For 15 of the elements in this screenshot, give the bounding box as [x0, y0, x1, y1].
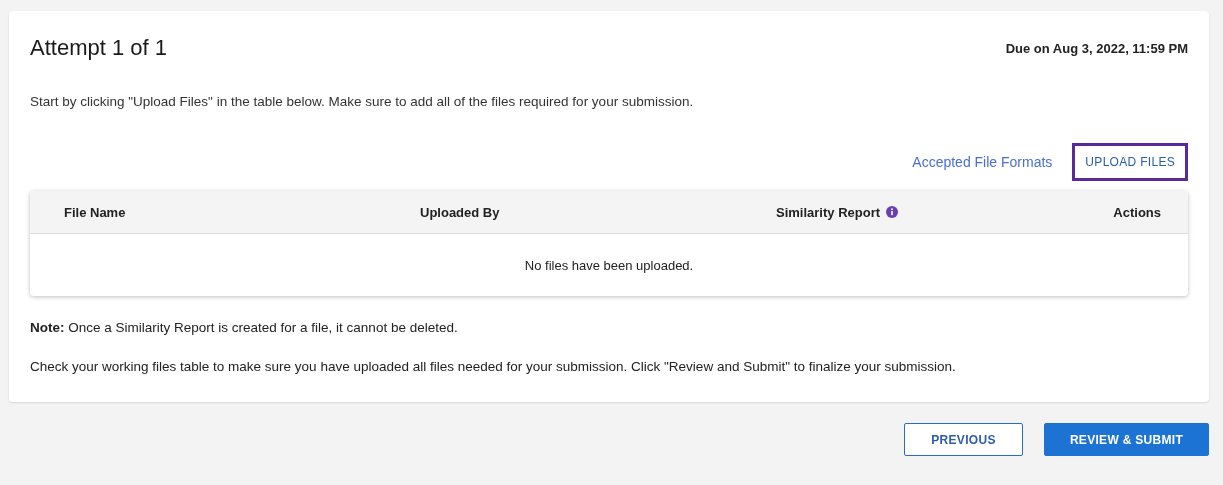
note-text: Note: Once a Similarity Report is created for a file, it cannot be deleted.	[30, 320, 459, 335]
column-header: Uploaded By	[420, 204, 500, 220]
empty-message: No files have been uploaded.	[523, 257, 695, 275]
column-header: File Name	[64, 204, 126, 220]
due-date: Due on Aug 3, 2022, 11:59 PM	[1005, 40, 1188, 56]
instruction-text: Start by clicking "Upload Files" in the table below. Make sure to add all of the files required for your submission.	[30, 94, 695, 109]
upload-files-button[interactable]: UPLOAD FILES	[1072, 143, 1188, 181]
review-submit-button[interactable]: REVIEW & SUBMIT	[1044, 423, 1209, 456]
column-header: Actions	[1113, 204, 1161, 220]
accepted-formats-link[interactable]: Accepted File Formats	[912, 154, 1053, 170]
previous-button[interactable]: PREVIOUS	[904, 423, 1023, 456]
info-icon[interactable]	[886, 206, 899, 218]
attempt-title: Attempt 1 of 1	[30, 35, 167, 61]
column-header: Similarity Report	[776, 204, 881, 220]
check-text: Check your working files table to make sure you have uploaded all files needed for your submission. Click "Review and Submit" to finalize your submission.	[30, 359, 957, 374]
